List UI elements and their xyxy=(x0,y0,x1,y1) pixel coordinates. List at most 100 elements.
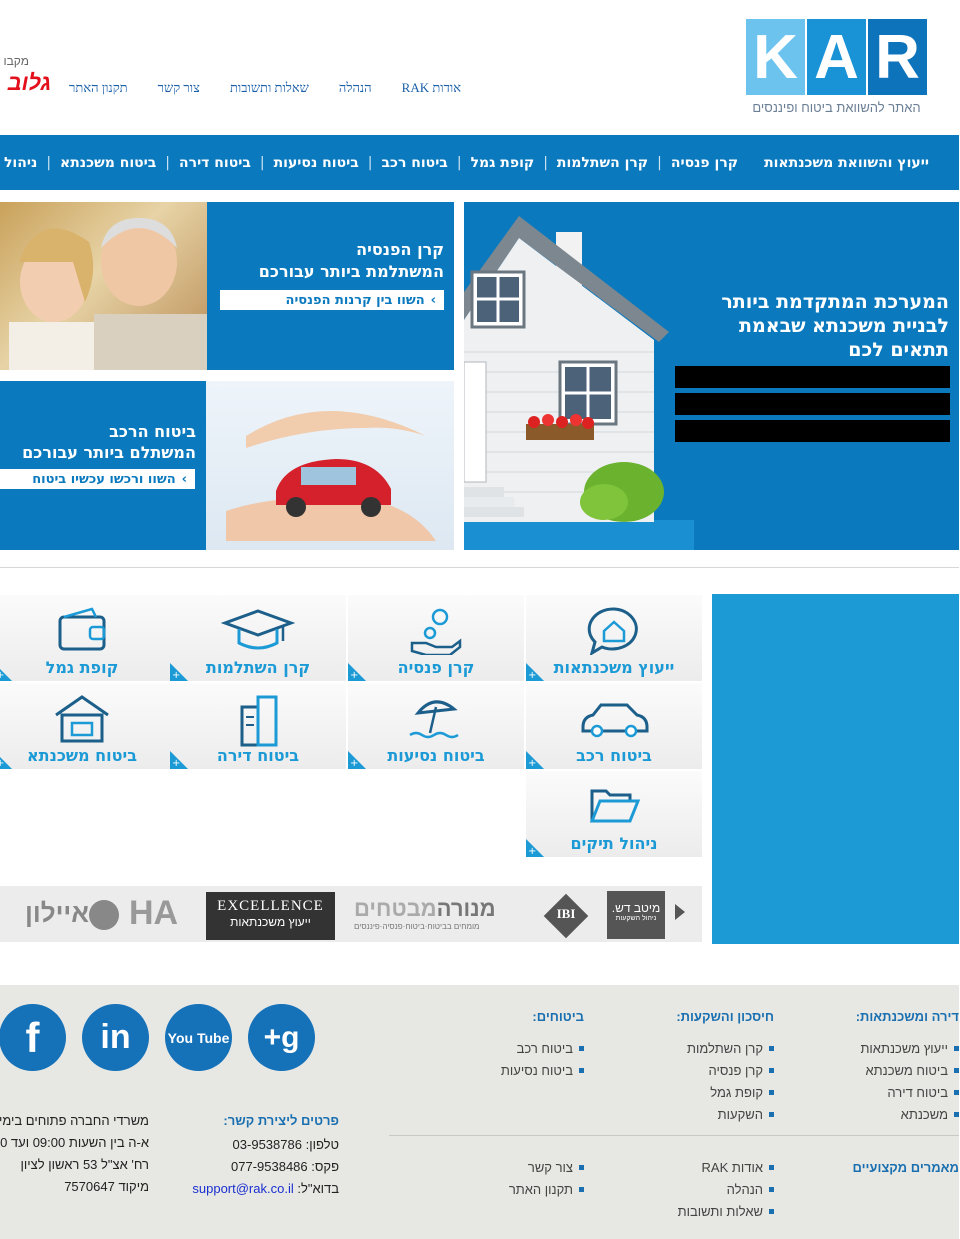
footer-link[interactable]: ביטוח דירה xyxy=(850,1081,960,1103)
sponsor-logo[interactable]: גלוב xyxy=(0,70,52,96)
nav-item-portfolio[interactable]: ניהול תיקים xyxy=(0,155,38,171)
footer-link[interactable]: קרן פנסיה xyxy=(665,1059,775,1081)
footer-col-apartment-title: דירה ומשכנתאות: xyxy=(856,1009,960,1024)
nav-item-car-insurance[interactable]: ביטוח רכב xyxy=(382,155,448,171)
service-tile-study-fund[interactable]: קרן השתלמות + xyxy=(171,595,347,681)
nav-divider: | xyxy=(368,154,374,171)
contact-email-label: בדוא"ל: xyxy=(298,1181,340,1196)
compare-pension-button[interactable]: › השוו בין קרנות הפנסיה xyxy=(221,290,445,310)
hero-mortgage-banner[interactable]: המערכת המתקדמת ביותר לבניית משכנתא שבאמת… xyxy=(465,202,960,550)
plus-glyph: + xyxy=(0,758,6,769)
service-tile-home-insurance[interactable]: ביטוח דירה + xyxy=(171,683,347,769)
footer-link[interactable]: השקעות xyxy=(665,1103,775,1125)
footer-link-label: ביטוח נסיעות xyxy=(501,1062,574,1078)
footer-link[interactable]: הנהלה xyxy=(665,1178,775,1200)
footer-link[interactable]: ביטוח משכנתא xyxy=(850,1059,960,1081)
top-link-contact[interactable]: צור קשר xyxy=(159,80,201,96)
top-link-faq[interactable]: שאלות ותשובות xyxy=(231,80,310,96)
service-label: ביטוח משכנתא xyxy=(28,746,138,765)
partner-logo-menora[interactable]: מנורהמבטחים מומחים בביטוח·ביטוח·פנסיה·פי… xyxy=(355,896,525,931)
partner-logo-excellence[interactable]: EXCELLENCE ייעוץ משכנתאות xyxy=(207,892,336,940)
partner-logo-ha[interactable]: HA xyxy=(130,894,179,933)
mortgage-form-field-3[interactable] xyxy=(676,420,951,442)
contact-phone-value[interactable]: 03-9538786 xyxy=(234,1137,303,1152)
contact-email-link[interactable]: support@rak.co.il xyxy=(193,1181,294,1196)
plus-glyph: + xyxy=(0,670,6,681)
partner-logo-meitav[interactable]: מיטב דש. ניהול השקעות xyxy=(608,891,666,939)
main-nav: ייעוץ והשוואת משכנתאות קרן פנסיה | קרן הש… xyxy=(0,135,960,190)
footer-link[interactable]: אודות RAK xyxy=(665,1156,775,1178)
hero-mortgage-line3: תתאים לכם xyxy=(849,339,950,361)
footer-col-savings: חיסכון והשקעות: קרן השתלמות קרן פנסיה קו… xyxy=(665,1009,775,1125)
site-logo[interactable]: R A K xyxy=(745,19,928,95)
service-tile-provident-fund[interactable]: קופת גמל + xyxy=(0,595,171,681)
footer-link[interactable]: ביטוח רכב xyxy=(475,1037,585,1059)
footer-links-b: צור קשר תקנון האתר xyxy=(475,1156,585,1200)
compare-pension-label: השוו בין קרנות הפנסיה xyxy=(286,292,426,308)
hero-pension-panel[interactable]: קרן הפנסיה המשתלמת ביותר עבורכם › השוו ב… xyxy=(208,202,455,370)
coin-hand-icon xyxy=(411,608,463,655)
top-link-terms[interactable]: תקנון האתר xyxy=(70,80,129,96)
service-tile-car-insurance[interactable]: ביטוח רכב + xyxy=(527,683,703,769)
chevron-left-icon: › xyxy=(182,471,188,487)
footer-link-label: ביטוח דירה xyxy=(888,1084,949,1100)
bullet-icon xyxy=(770,1067,775,1073)
partner-excellence-name: EXCELLENCE xyxy=(218,898,325,914)
nav-item-provident-fund[interactable]: קופת גמל xyxy=(472,155,536,171)
service-tile-mortgage-insurance[interactable]: ביטוח משכנתא + xyxy=(0,683,171,769)
top-link-about[interactable]: אודות RAK xyxy=(403,80,462,96)
bullet-icon xyxy=(770,1208,775,1214)
logo-letter-k: K xyxy=(747,19,806,95)
nav-item-mortgage-advice[interactable]: ייעוץ והשוואת משכנתאות xyxy=(765,155,930,171)
plus-glyph: + xyxy=(529,758,538,769)
mortgage-form-field-2[interactable] xyxy=(676,393,951,415)
footer-articles-link[interactable]: מאמרים מקצועיים xyxy=(853,1160,960,1175)
footer-link[interactable]: משכנתא xyxy=(850,1103,960,1125)
footer-link[interactable]: קופת גמל xyxy=(665,1081,775,1103)
footer-link[interactable]: קרן השתלמות xyxy=(665,1037,775,1059)
footer-link[interactable]: תקנון האתר xyxy=(475,1178,585,1200)
footer-link[interactable]: שאלות ותשובות xyxy=(665,1200,775,1222)
service-tile-travel-insurance[interactable]: ביטוח נסיעות + xyxy=(349,683,525,769)
footer-col-insurance-title: ביטוחים: xyxy=(533,1009,585,1024)
service-tile-portfolio[interactable]: ניהול תיקים + xyxy=(527,771,703,857)
nav-item-pension[interactable]: קרן פנסיה xyxy=(672,155,739,171)
footer-link[interactable]: ייעוץ משכנתאות xyxy=(850,1037,960,1059)
nav-item-home-insurance[interactable]: ביטוח דירה xyxy=(180,155,252,171)
partner-excellence-sub: ייעוץ משכנתאות xyxy=(231,915,312,929)
contact-email: בדוא"ל: support@rak.co.il xyxy=(170,1181,340,1203)
hero-car-panel[interactable]: ביטוח הרכב המשתלם ביותר עבורכם › השוו ור… xyxy=(0,381,207,550)
hero-pension-title: קרן הפנסיה המשתלמת ביותר עבורכם xyxy=(260,239,445,283)
partner-logo-ibi[interactable]: IBI xyxy=(546,906,588,922)
footer-col-apartment: דירה ומשכנתאות: ייעוץ משכנתאות ביטוח משכ… xyxy=(850,1009,960,1125)
nav-item-mortgage-insurance[interactable]: ביטוח משכנתא xyxy=(61,155,157,171)
top-links: אודות RAK הנהלה שאלות ותשובות צור קשר תק… xyxy=(70,80,462,96)
bullet-icon xyxy=(580,1186,585,1192)
service-tile-pension[interactable]: קרן פנסיה + xyxy=(349,595,525,681)
service-label: ביטוח דירה xyxy=(217,746,301,765)
partner-meitav-sub: ניהול השקעות xyxy=(616,915,658,922)
footer-link[interactable]: צור קשר xyxy=(475,1156,585,1178)
linkedin-icon[interactable]: in xyxy=(83,1004,150,1071)
hero-pension-line1: קרן הפנסיה xyxy=(357,240,445,259)
nav-divider: | xyxy=(457,154,463,171)
compare-car-button[interactable]: › השוו ורכשו עכשיו ביטוח xyxy=(0,469,196,489)
top-link-management[interactable]: הנהלה xyxy=(340,80,373,96)
footer-link[interactable]: ביטוח נסיעות xyxy=(475,1059,585,1081)
nav-divider: | xyxy=(658,154,663,171)
partner-logo-ayalon[interactable]: איילון xyxy=(4,894,120,938)
bullet-icon xyxy=(580,1045,585,1051)
service-tile-mortgage-advice[interactable]: ייעוץ משכנתאות + xyxy=(527,595,703,681)
mortgage-form-field-1[interactable] xyxy=(676,366,951,388)
youtube-icon[interactable]: You Tube xyxy=(166,1004,233,1071)
footer-link-label: ביטוח משכנתא xyxy=(866,1062,949,1078)
section-divider xyxy=(0,567,960,568)
facebook-icon[interactable]: f xyxy=(0,1004,67,1071)
google-plus-icon[interactable]: g+ xyxy=(249,1004,316,1071)
footer-col-insurance: ביטוחים: ביטוח רכב ביטוח נסיעות xyxy=(475,1009,585,1081)
nav-item-travel-insurance[interactable]: ביטוח נסיעות xyxy=(275,155,360,171)
contact-fax-label: פקס: xyxy=(312,1159,340,1174)
carousel-arrow-icon[interactable] xyxy=(676,904,686,920)
nav-item-study-fund[interactable]: קרן השתלמות xyxy=(558,155,649,171)
partners-strip: מיטב דש. ניהול השקעות IBI מנורהמבטחים מו… xyxy=(0,886,703,942)
